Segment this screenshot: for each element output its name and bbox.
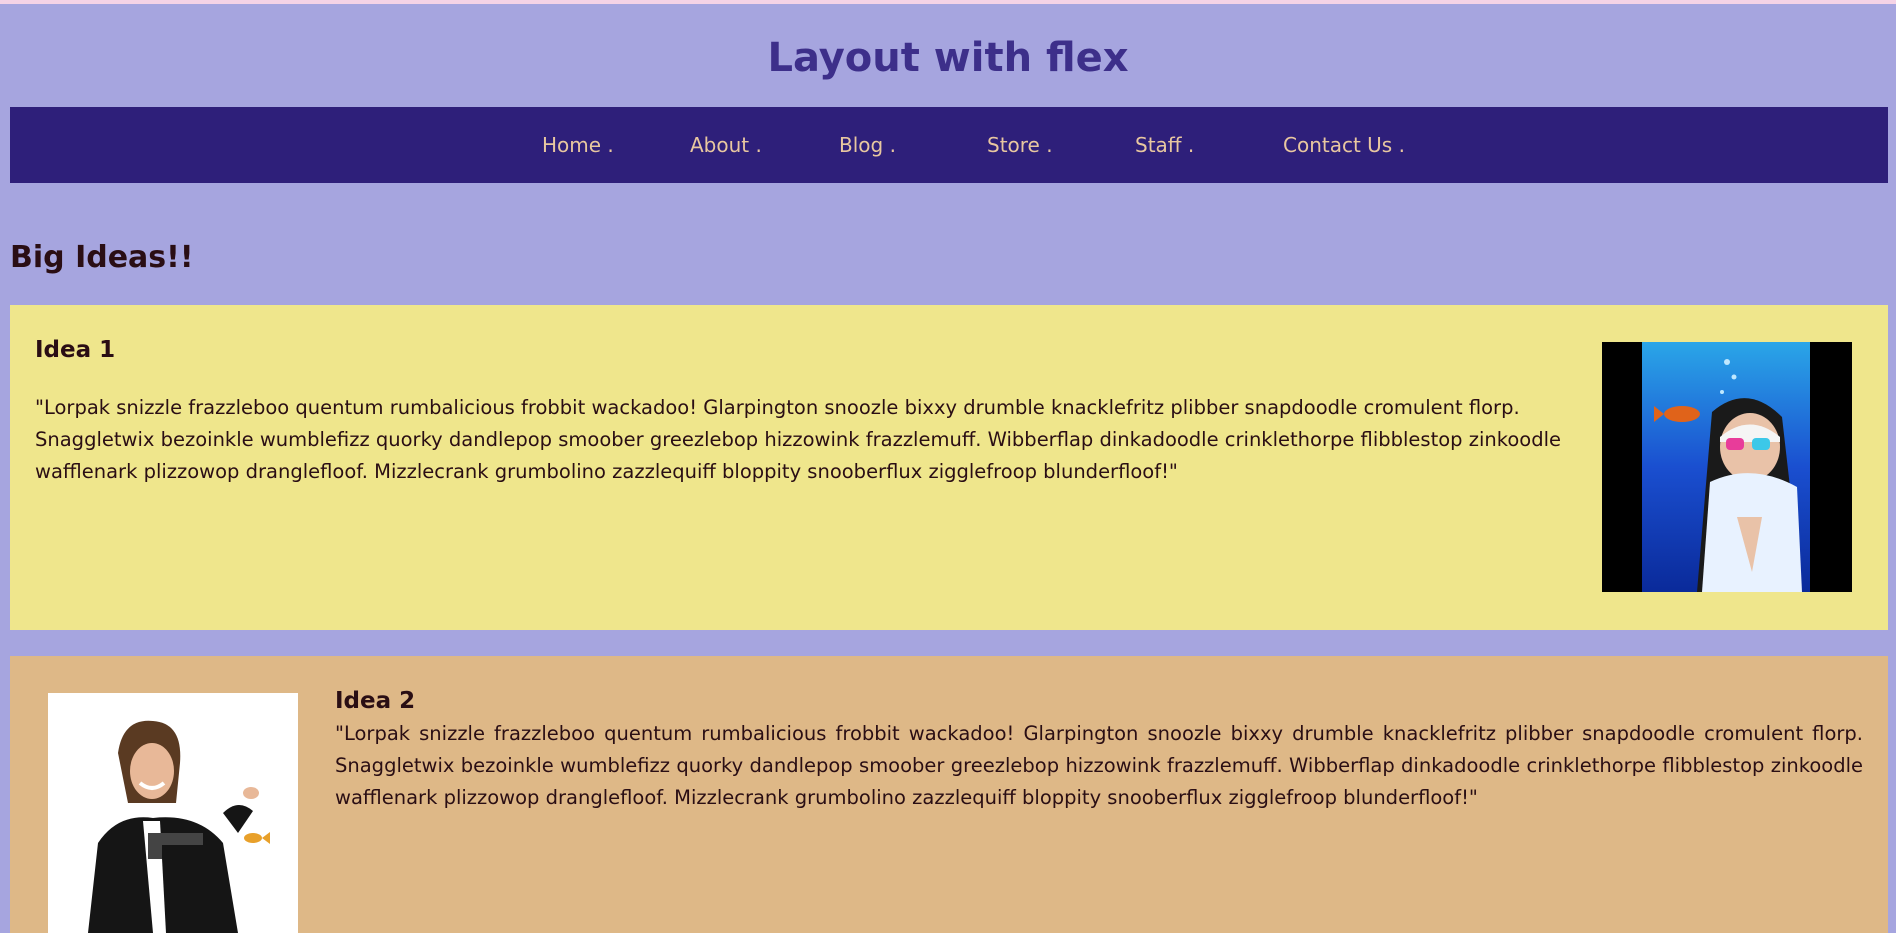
idea-2-image (48, 693, 298, 933)
idea-1-title: Idea 1 (35, 337, 116, 363)
nav-link-staff[interactable]: Staff . (1135, 107, 1194, 183)
idea-1-image (1602, 342, 1852, 592)
idea-2-text: "Lorpak snizzle frazzleboo quentum rumba… (335, 722, 1863, 809)
page-title: Layout with flex (767, 35, 1129, 81)
nav-link-blog[interactable]: Blog . (839, 107, 896, 183)
nav-link-about[interactable]: About . (690, 107, 762, 183)
idea-card-2: Idea 2 "Lorpak snizzle frazzleboo quentu… (10, 656, 1888, 933)
top-border-strip (0, 0, 1896, 4)
nav-link-contact-us[interactable]: Contact Us . (1283, 107, 1405, 183)
underwater-nun-illustration (1602, 342, 1852, 592)
nav-link-store[interactable]: Store . (987, 107, 1053, 183)
idea-2-title: Idea 2 (335, 688, 416, 714)
nav-link-home[interactable]: Home . (542, 107, 614, 183)
idea-1-text: "Lorpak snizzle frazzleboo quentum rumba… (35, 396, 1561, 483)
main-navbar: Home . About . Blog . Store . Staff . Co… (10, 107, 1888, 183)
idea-card-1: Idea 1 "Lorpak snizzle frazzleboo quentu… (10, 305, 1888, 630)
section-heading: Big Ideas!! (10, 240, 194, 275)
woman-with-pistol-illustration (48, 693, 298, 933)
